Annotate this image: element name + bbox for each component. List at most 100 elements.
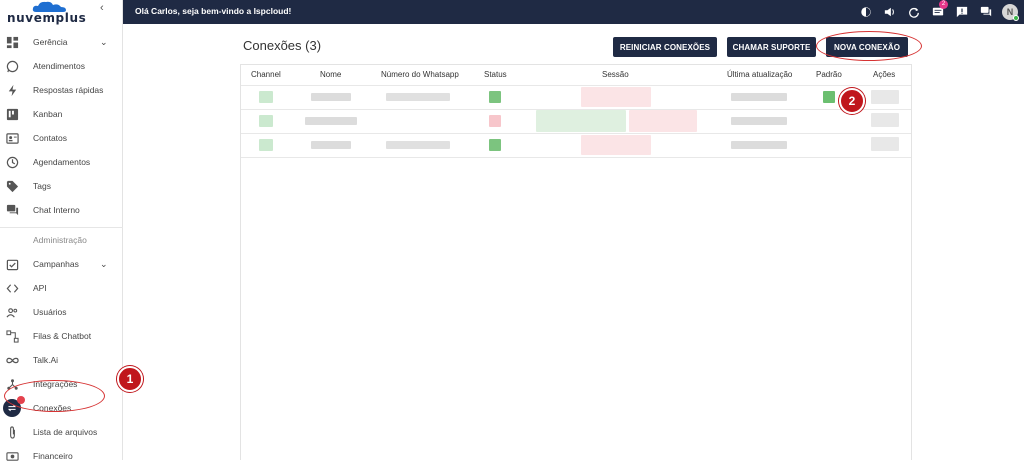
name-redacted xyxy=(311,93,351,101)
step-marker-1: 1 xyxy=(117,366,143,392)
number-redacted xyxy=(386,141,450,149)
sidebar-item-contatos[interactable]: Contatos xyxy=(0,126,123,150)
sidebar-item-label: Respostas rápidas xyxy=(33,85,104,95)
sidebar-item-gerencia[interactable]: Gerência ⌄ xyxy=(0,30,123,54)
dashboard-icon xyxy=(0,30,24,54)
sidebar-item-label: Kanban xyxy=(33,109,63,119)
bolt-icon xyxy=(0,78,24,102)
online-status-dot xyxy=(1013,15,1019,21)
channel-icon-redacted xyxy=(259,91,273,103)
sidebar-item-kanban[interactable]: Kanban xyxy=(0,102,123,126)
sidebar-item-label: Chat Interno xyxy=(33,205,80,215)
qr-button-redacted[interactable] xyxy=(536,110,626,132)
default-icon-redacted xyxy=(823,91,835,103)
sidebar-item-label: Usuários xyxy=(33,307,67,317)
column-header-nome: Nome xyxy=(320,70,342,79)
name-redacted xyxy=(305,117,357,125)
brand-logo: nuvemplus xyxy=(4,0,104,26)
sidebar-item-respostas-rapidas[interactable]: Respostas rápidas xyxy=(0,78,123,102)
chevron-down-icon: ⌄ xyxy=(100,258,108,269)
sidebar-item-filas-chatbot[interactable]: Filas & Chatbot xyxy=(0,324,123,348)
collapse-sidebar-icon[interactable]: ‹ xyxy=(100,2,104,14)
session-redacted xyxy=(581,87,651,107)
actions-redacted[interactable] xyxy=(871,137,899,151)
sidebar-item-label: Agendamentos xyxy=(33,157,91,167)
column-header-numero: Número do Whatsapp xyxy=(381,70,459,79)
top-bar-icons: 2 N xyxy=(854,0,1019,21)
column-header-channel: Channel xyxy=(251,70,281,79)
code-icon xyxy=(0,276,24,300)
flow-icon xyxy=(0,324,24,348)
sidebar-item-tags[interactable]: Tags xyxy=(0,174,123,198)
column-header-ultima-atualizacao: Última atualização xyxy=(727,70,793,79)
sidebar-item-chat-interno[interactable]: Chat Interno xyxy=(0,198,123,222)
chevron-down-icon: ⌄ xyxy=(100,36,108,47)
sidebar-item-label: Gerência xyxy=(33,37,68,47)
page-title: Conexões (3) xyxy=(243,38,322,53)
contact-card-icon xyxy=(0,126,24,150)
step-marker-2: 2 xyxy=(839,88,865,114)
number-redacted xyxy=(386,93,450,101)
avatar-initial: N xyxy=(1006,7,1014,17)
column-header-status: Status xyxy=(484,70,507,79)
tag-icon xyxy=(0,174,24,198)
sidebar-item-label: Filas & Chatbot xyxy=(33,331,92,341)
call-support-button[interactable]: CHAMAR SUPORTE xyxy=(727,37,816,57)
sidebar-item-label: API xyxy=(33,283,47,293)
column-header-sessao: Sessão xyxy=(602,70,629,79)
channel-icon-redacted xyxy=(259,115,273,127)
sidebar-item-talk-ai[interactable]: Talk.Ai xyxy=(0,348,123,372)
updated-at-redacted xyxy=(731,117,787,125)
highlight-ring-conexoes xyxy=(4,380,105,412)
sidebar-item-usuarios[interactable]: Usuários xyxy=(0,300,123,324)
paperclip-icon xyxy=(0,420,24,444)
theme-toggle-icon[interactable] xyxy=(854,3,878,21)
row-divider xyxy=(241,133,911,134)
sidebar-item-atendimentos[interactable]: Atendimentos xyxy=(0,54,123,78)
disconnect-button-redacted[interactable] xyxy=(629,110,697,132)
name-redacted xyxy=(311,141,351,149)
column-header-padrao: Padrão xyxy=(816,70,842,79)
welcome-message: Olá Carlos, seja bem-vindo a Ispcloud! xyxy=(135,6,292,16)
session-redacted xyxy=(581,135,651,155)
users-icon xyxy=(0,300,24,324)
top-bar: Olá Carlos, seja bem-vindo a Ispcloud! 2… xyxy=(123,0,1024,24)
sidebar-item-label: Campanhas xyxy=(33,259,79,269)
row-divider xyxy=(241,157,911,158)
money-icon xyxy=(0,444,24,468)
sidebar-section-admin: Administração xyxy=(0,228,123,252)
sidebar-item-financeiro[interactable]: Financeiro xyxy=(0,444,123,468)
status-icon-redacted xyxy=(489,115,501,127)
actions-redacted[interactable] xyxy=(871,113,899,127)
sidebar-item-agendamentos[interactable]: Agendamentos xyxy=(0,150,123,174)
notification-count-badge: 2 xyxy=(939,0,948,9)
sidebar-item-label: Talk.Ai xyxy=(33,355,59,365)
clock-icon xyxy=(0,150,24,174)
kanban-icon xyxy=(0,102,24,126)
highlight-ring-new-connection xyxy=(816,31,922,61)
brand-name: nuvemplus xyxy=(7,11,87,25)
updated-at-redacted xyxy=(731,93,787,101)
updated-at-redacted xyxy=(731,141,787,149)
refresh-icon[interactable] xyxy=(902,3,926,21)
column-header-acoes: Ações xyxy=(873,70,896,79)
volume-icon[interactable] xyxy=(878,3,902,21)
table-header-divider xyxy=(241,85,911,86)
avatar[interactable]: N xyxy=(1002,4,1019,21)
sidebar-item-label: Tags xyxy=(33,181,51,191)
section-label: Administração xyxy=(33,235,87,245)
chat-icon xyxy=(0,198,24,222)
notifications-icon[interactable]: 2 xyxy=(926,0,950,21)
sidebar-item-label: Atendimentos xyxy=(33,61,85,71)
actions-redacted[interactable] xyxy=(871,90,899,104)
sidebar-item-campanhas[interactable]: Campanhas ⌄ xyxy=(0,252,123,276)
sidebar-item-api[interactable]: API xyxy=(0,276,123,300)
sidebar-item-lista-arquivos[interactable]: Lista de arquivos xyxy=(0,420,123,444)
whatsapp-icon xyxy=(0,54,24,78)
connections-table: Channel Nome Número do Whatsapp Status S… xyxy=(240,64,912,460)
chat-icon[interactable] xyxy=(974,3,998,21)
alert-message-icon[interactable] xyxy=(950,3,974,21)
sidebar-item-label: Lista de arquivos xyxy=(33,427,98,437)
calendar-check-icon xyxy=(0,252,24,276)
restart-connections-button[interactable]: REINICIAR CONEXÕES xyxy=(613,37,717,57)
